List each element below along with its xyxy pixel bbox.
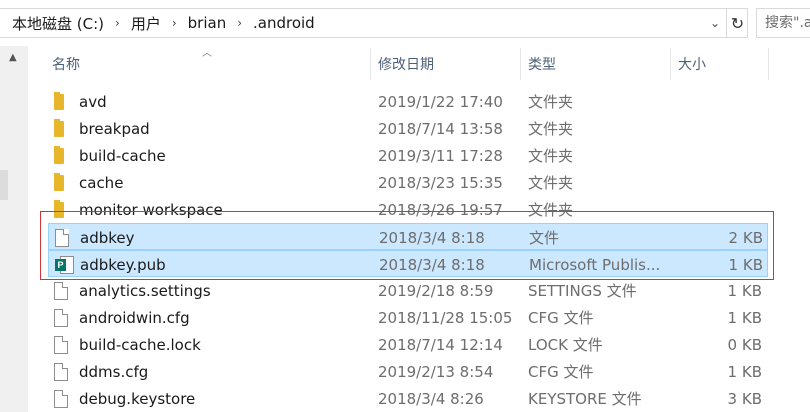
file-size xyxy=(668,196,762,223)
file-size xyxy=(668,169,762,196)
file-icon xyxy=(54,385,76,412)
folder-icon xyxy=(54,88,76,115)
file-name: debug.keystore xyxy=(79,389,196,408)
file-name: analytics.settings xyxy=(79,281,211,300)
file-size xyxy=(668,142,762,169)
breadcrumb: 本地磁盘 (C:) › 用户 › brian › .android xyxy=(12,9,315,37)
folder-icon xyxy=(54,196,76,223)
breadcrumb-brian[interactable]: brian xyxy=(188,14,227,32)
file-type: LOCK 文件 xyxy=(528,336,603,354)
file-modified-date: 2018/3/4 8:18 xyxy=(379,255,485,274)
navigation-pane-scrollbar[interactable]: ▲ xyxy=(0,46,28,412)
file-type: CFG 文件 xyxy=(528,309,594,327)
file-type: 文件夹 xyxy=(528,93,574,111)
file-icon xyxy=(54,331,76,358)
column-header-name[interactable]: 名称 xyxy=(52,46,80,82)
file-type: SETTINGS 文件 xyxy=(528,282,637,300)
chevron-right-icon[interactable]: › xyxy=(237,16,242,30)
folder-icon xyxy=(54,142,76,169)
file-size: 3 KB xyxy=(727,389,762,408)
file-type: 文件夹 xyxy=(528,201,574,219)
file-size: 2 KB xyxy=(728,228,763,247)
chevron-right-icon[interactable]: › xyxy=(115,16,120,30)
file-name: breakpad xyxy=(79,119,150,138)
file-icon xyxy=(55,224,77,251)
file-name: monitor workspace xyxy=(79,200,223,219)
address-bar-row: 本地磁盘 (C:) › 用户 › brian › .android ⌄ ↻ xyxy=(0,0,810,46)
file-row[interactable]: avd 2019/1/22 17:40 文件夹 xyxy=(48,88,768,115)
folder-icon xyxy=(54,115,76,142)
file-modified-date: 2018/3/26 19:57 xyxy=(378,200,503,219)
file-type: CFG 文件 xyxy=(528,363,594,381)
file-name: build-cache.lock xyxy=(79,335,201,354)
file-modified-date: 2019/1/22 17:40 xyxy=(378,92,503,111)
file-row[interactable]: ddms.cfg 2019/2/13 8:54 CFG 文件 1 KB xyxy=(48,358,768,385)
file-type: 文件 xyxy=(529,229,560,247)
file-row[interactable]: build-cache.lock 2018/7/14 12:14 LOCK 文件 0 … xyxy=(48,331,768,358)
sort-ascending-icon: ︿ xyxy=(202,48,212,59)
column-divider[interactable] xyxy=(520,48,521,80)
search-box[interactable] xyxy=(756,8,810,38)
file-size xyxy=(668,115,762,142)
file-modified-date: 2018/3/4 8:18 xyxy=(379,228,485,247)
file-size: 0 KB xyxy=(727,335,762,354)
search-input[interactable] xyxy=(757,9,810,37)
folder-icon xyxy=(54,169,76,196)
file-size: 1 KB xyxy=(727,308,762,327)
file-size: 1 KB xyxy=(727,362,762,381)
file-modified-date: 2018/3/23 15:35 xyxy=(378,173,503,192)
refresh-icon[interactable]: ↻ xyxy=(726,9,748,37)
file-size: 1 KB xyxy=(728,255,763,274)
scroll-up-icon[interactable]: ▲ xyxy=(9,52,17,63)
file-name: cache xyxy=(79,173,124,192)
file-modified-date: 2019/2/18 8:59 xyxy=(378,281,494,300)
file-name: ddms.cfg xyxy=(79,362,149,381)
file-icon xyxy=(54,358,76,385)
column-divider[interactable] xyxy=(370,48,371,80)
publisher-file-icon: P xyxy=(55,251,77,278)
column-header-size[interactable]: 大小 xyxy=(678,46,706,82)
file-type: 文件夹 xyxy=(528,174,574,192)
file-row[interactable]: androidwin.cfg 2018/11/28 15:05 CFG 文件 1 KB xyxy=(48,304,768,331)
file-icon xyxy=(54,277,76,304)
file-type: Microsoft Publis... xyxy=(529,255,661,274)
file-row[interactable]: monitor workspace 2018/3/26 19:57 文件夹 xyxy=(48,196,768,223)
file-type: 文件夹 xyxy=(528,147,574,165)
file-size xyxy=(668,88,762,115)
breadcrumb-drive[interactable]: 本地磁盘 (C:) xyxy=(12,13,104,34)
column-divider[interactable] xyxy=(768,48,769,80)
file-name: avd xyxy=(79,92,107,111)
file-modified-date: 2018/3/4 8:26 xyxy=(378,389,484,408)
breadcrumb-users[interactable]: 用户 xyxy=(131,13,161,34)
column-header-modified[interactable]: 修改日期 xyxy=(378,46,434,82)
file-modified-date: 2018/11/28 15:05 xyxy=(378,308,513,327)
file-modified-date: 2019/3/11 17:28 xyxy=(378,146,503,165)
address-bar[interactable]: 本地磁盘 (C:) › 用户 › brian › .android ⌄ ↻ xyxy=(0,8,748,38)
file-row[interactable]: analytics.settings 2019/2/18 8:59 SETTINGS… xyxy=(48,277,768,304)
file-modified-date: 2018/7/14 13:58 xyxy=(378,119,503,138)
chevron-down-icon[interactable]: ⌄ xyxy=(706,9,724,37)
file-row[interactable]: build-cache 2019/3/11 17:28 文件夹 xyxy=(48,142,768,169)
column-divider[interactable] xyxy=(670,48,671,80)
scrollbar-thumb[interactable] xyxy=(0,170,8,200)
file-icon xyxy=(54,304,76,331)
column-header-type[interactable]: 类型 xyxy=(528,46,556,82)
file-size: 1 KB xyxy=(727,281,762,300)
breadcrumb-android[interactable]: .android xyxy=(253,14,315,32)
file-row[interactable]: debug.keystore 2018/3/4 8:26 KEYSTORE 文件 3 … xyxy=(48,385,768,412)
file-modified-date: 2019/2/13 8:54 xyxy=(378,362,494,381)
file-name: adbkey.pub xyxy=(80,255,166,274)
file-modified-date: 2018/7/14 12:14 xyxy=(378,335,503,354)
file-name: build-cache xyxy=(79,146,166,165)
file-row[interactable]: Padbkey.pub 2018/3/4 8:18 Microsoft Publis… xyxy=(48,250,768,277)
file-row[interactable]: adbkey 2018/3/4 8:18 文件 2 KB xyxy=(48,223,768,250)
column-header-row: ︿ 名称 修改日期 类型 大小 xyxy=(28,46,810,82)
file-name: androidwin.cfg xyxy=(79,308,190,327)
file-row[interactable]: cache 2018/3/23 15:35 文件夹 xyxy=(48,169,768,196)
chevron-right-icon[interactable]: › xyxy=(172,16,177,30)
file-row[interactable]: breakpad 2018/7/14 13:58 文件夹 xyxy=(48,115,768,142)
file-type: 文件夹 xyxy=(528,120,574,138)
file-type: KEYSTORE 文件 xyxy=(528,390,642,408)
file-name: adbkey xyxy=(80,228,135,247)
